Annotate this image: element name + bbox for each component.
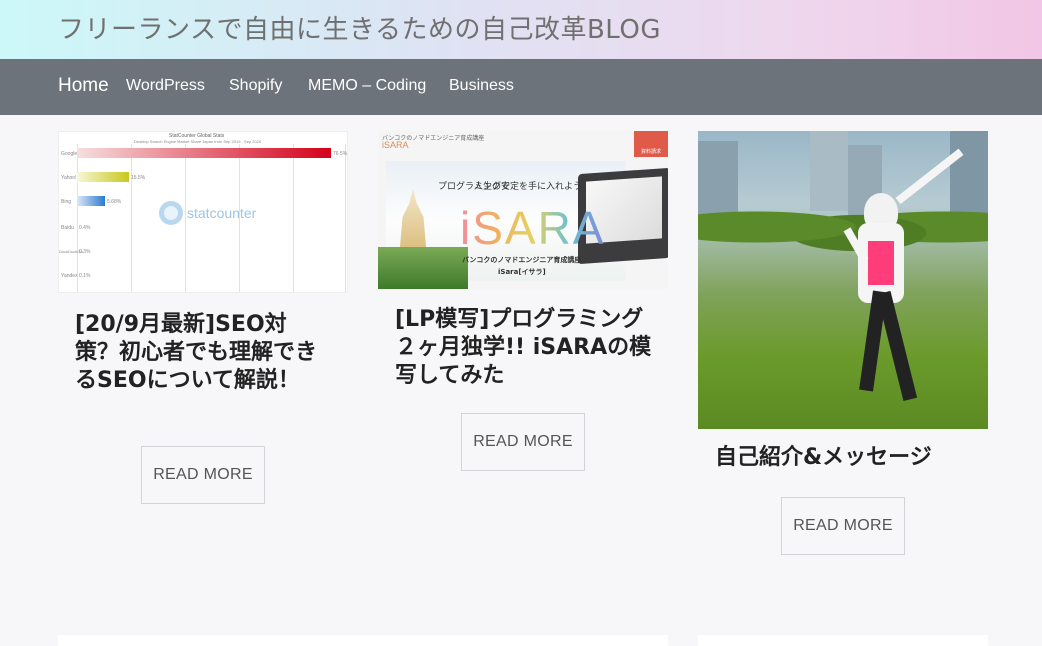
read-more-button[interactable]: READ MORE <box>141 446 265 504</box>
chart-bar-google <box>77 148 331 158</box>
read-more-button[interactable]: READ MORE <box>461 413 585 471</box>
post-title[interactable]: [LP模写]プログラミング２ヶ月独学!! iSARAの模写してみた <box>395 306 657 390</box>
chart-bar-bing <box>77 196 105 206</box>
thumb-chart-subtitle: Desktop Search Engine Market Share Japan… <box>134 139 262 144</box>
thumb-badge: 資料請求 <box>634 131 668 157</box>
statcounter-logo-text: statcounter <box>187 205 257 221</box>
chart-label-yahoo: Yahoo! <box>61 175 77 181</box>
thumb-big-logo: iSARA <box>460 202 606 254</box>
post-title[interactable]: 自己紹介&メッセージ <box>715 444 977 472</box>
nav-item-business[interactable]: Business <box>449 77 514 95</box>
thumb-footer-1: バンコクのノマドエンジニア育成講座 <box>462 256 582 264</box>
chart-value-bing: 5.68% <box>107 199 122 205</box>
post-thumbnail-isara-banner[interactable]: バンコクのノマドエンジニア育成講座 iSARA 資料請求 プログラミングで 人生… <box>378 131 668 289</box>
thumb-small-logo: iSARA <box>382 140 409 150</box>
read-more-button[interactable]: READ MORE <box>781 497 905 555</box>
chart-label-baidu: Baidu <box>61 225 74 231</box>
chart-bar-yahoo <box>77 172 129 182</box>
post-title[interactable]: [20/9月最新]SEO対策？初心者でも理解できるSEOについて解説！ <box>75 311 325 395</box>
site-title[interactable]: フリーランスで自由に生きるための自己改革BLOG <box>58 9 661 46</box>
thumb-footer-2: iSara[イサラ] <box>498 268 546 276</box>
chart-label-bing: Bing <box>61 199 72 205</box>
main-nav: Home WordPress Shopify MEMO – Coding Bus… <box>0 59 1042 115</box>
next-post-card <box>58 635 668 646</box>
post-thumbnail-seo-chart[interactable]: StatCounter Global Stats Desktop Search … <box>58 131 348 293</box>
chart-label-yandex: Yandex <box>61 273 78 279</box>
person-top <box>868 241 894 285</box>
nav-item-shopify[interactable]: Shopify <box>229 77 282 95</box>
chart-label-google: Google <box>61 151 78 157</box>
next-post-card <box>698 635 988 646</box>
chart-value-yahoo: 15.5% <box>131 175 146 181</box>
chart-value-duckduckgo: 0.3% <box>79 249 91 255</box>
chart-value-google: 76.5% <box>333 151 348 157</box>
post-thumbnail-profile-photo[interactable] <box>698 131 988 429</box>
thumb-tagline-2: 人生の安定を手に入れよう <box>474 182 583 192</box>
site-header: フリーランスで自由に生きるための自己改革BLOG <box>0 0 1042 59</box>
chart-value-baidu: 0.4% <box>79 225 91 231</box>
chart-value-yandex: 0.1% <box>79 273 91 279</box>
statcounter-logo-icon <box>159 201 183 225</box>
nav-item-wordpress[interactable]: WordPress <box>126 77 205 95</box>
nav-item-home[interactable]: Home <box>58 75 109 97</box>
nav-item-memo-coding[interactable]: MEMO – Coding <box>308 77 426 95</box>
thumb-badge-text: 資料請求 <box>640 149 661 155</box>
